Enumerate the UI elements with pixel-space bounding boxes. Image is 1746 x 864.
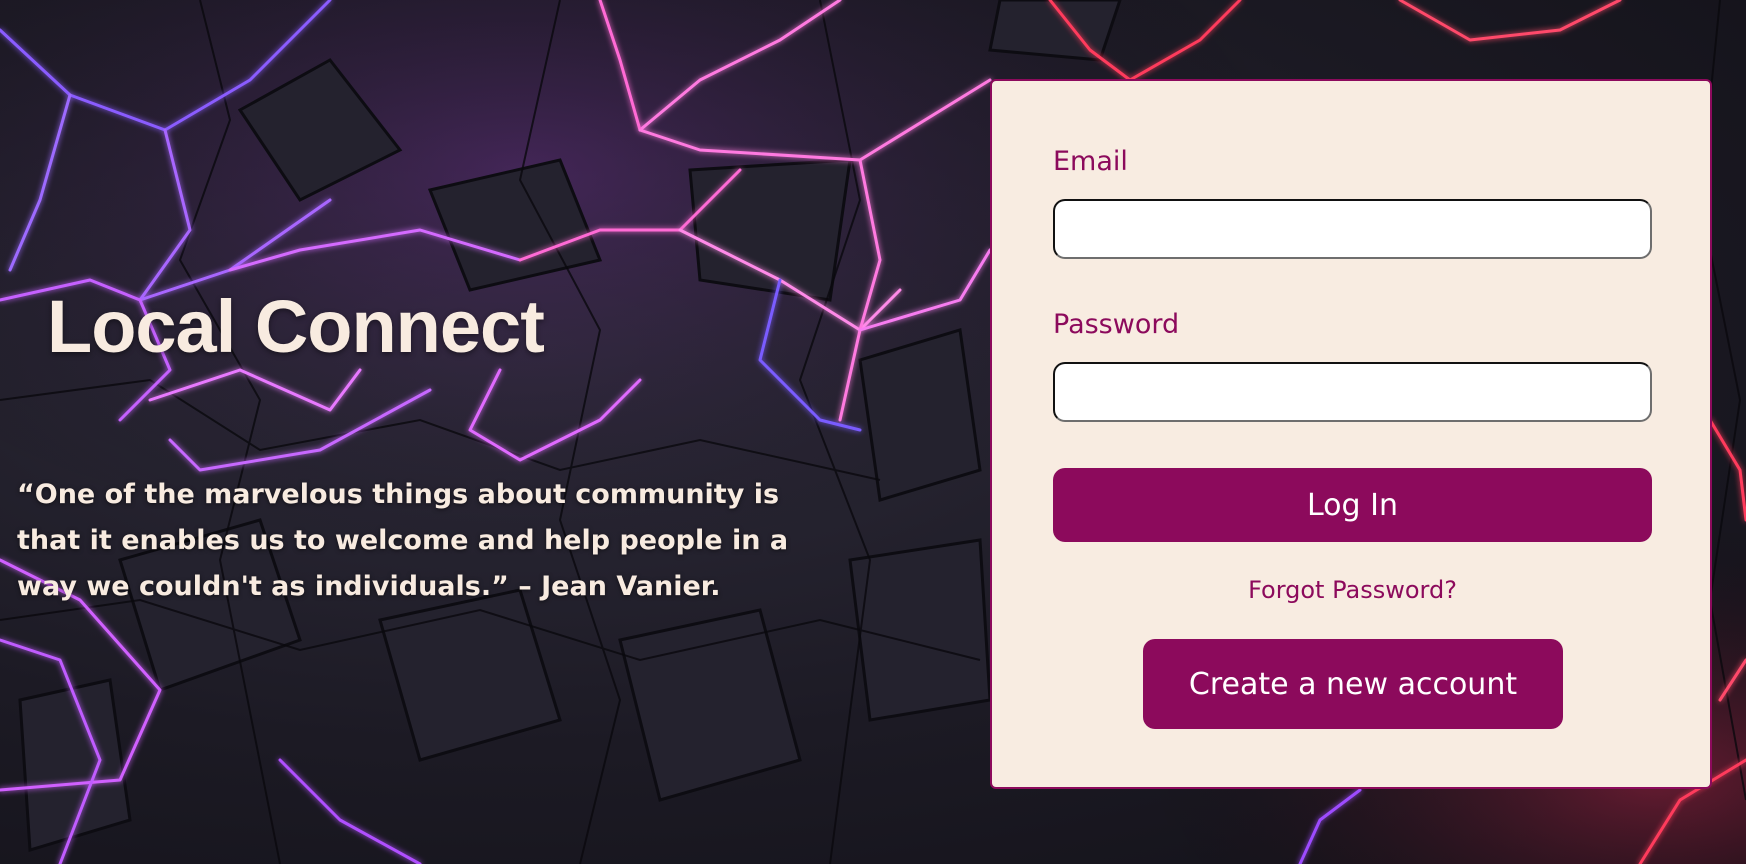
forgot-password-link[interactable]: Forgot Password? [1053, 576, 1652, 604]
community-quote: “One of the marvelous things about commu… [17, 479, 789, 602]
email-label: Email [1053, 146, 1128, 177]
email-input[interactable] [1053, 199, 1652, 259]
login-button[interactable]: Log In [1053, 468, 1652, 542]
password-input[interactable] [1053, 362, 1652, 422]
login-page: Local Connect “One of the marvelous thin… [0, 0, 1746, 864]
app-title: Local Connect [47, 285, 545, 368]
login-card: Email Password Log In Forgot Password? C… [990, 79, 1712, 789]
password-label: Password [1053, 309, 1180, 340]
create-account-button[interactable]: Create a new account [1143, 639, 1563, 729]
